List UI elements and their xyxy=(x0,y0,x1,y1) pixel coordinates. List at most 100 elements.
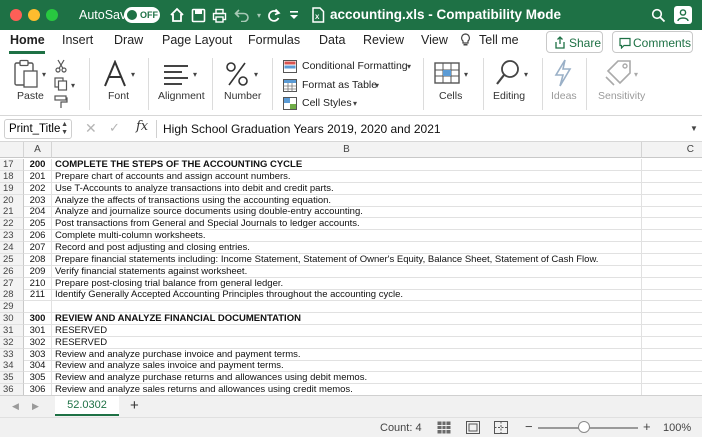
search-icon[interactable] xyxy=(648,5,668,25)
row-header[interactable]: 24 xyxy=(0,241,24,254)
cells-dropdown-caret[interactable]: ▾ xyxy=(464,70,468,79)
row-header[interactable]: 25 xyxy=(0,253,24,266)
cell-c[interactable] xyxy=(642,384,702,395)
cell-a[interactable]: 201 xyxy=(24,170,52,183)
paste-icon[interactable] xyxy=(12,59,40,89)
tab-insert[interactable]: Insert xyxy=(62,33,93,47)
percent-icon[interactable] xyxy=(224,59,250,89)
print-icon[interactable] xyxy=(209,5,229,25)
cell-b[interactable]: Record and post adjusting and closing en… xyxy=(52,241,642,254)
editing-search-icon[interactable] xyxy=(494,58,522,88)
cell-a[interactable]: 208 xyxy=(24,253,52,266)
cell-c[interactable] xyxy=(642,230,702,243)
cell-b[interactable]: Review and analyze sales returns and all… xyxy=(52,384,642,395)
cell-b[interactable]: Identify Generally Accepted Accounting P… xyxy=(52,289,642,302)
confirm-entry-icon[interactable]: ✓ xyxy=(109,120,120,136)
cell-c[interactable] xyxy=(642,171,702,183)
cell-b[interactable]: COMPLETE THE STEPS OF THE ACCOUNTING CYC… xyxy=(52,159,642,171)
close-window-button[interactable] xyxy=(10,9,22,21)
formula-input[interactable]: High School Graduation Years 2019, 2020 … xyxy=(163,122,441,136)
row-header[interactable]: 19 xyxy=(0,182,24,195)
paste-dropdown-caret[interactable]: ▾ xyxy=(42,70,46,79)
cell-a[interactable]: 302 xyxy=(24,336,52,349)
tab-view[interactable]: View xyxy=(421,33,448,47)
cell-a[interactable]: 205 xyxy=(24,218,52,231)
cell-c[interactable] xyxy=(642,254,702,266)
redo-icon[interactable] xyxy=(263,5,283,25)
row-header[interactable]: 26 xyxy=(0,265,24,278)
cell-a[interactable]: 200 xyxy=(24,159,52,171)
cell-a[interactable]: 202 xyxy=(24,182,52,195)
row-header[interactable]: 20 xyxy=(0,194,24,207)
cell-c[interactable] xyxy=(642,218,702,231)
row-header[interactable]: 28 xyxy=(0,289,24,302)
cell-a[interactable]: 211 xyxy=(24,289,52,302)
tab-review[interactable]: Review xyxy=(363,33,404,47)
row-header[interactable]: 21 xyxy=(0,206,24,219)
cell-c[interactable] xyxy=(642,242,702,254)
insert-function-icon[interactable]: fx xyxy=(136,119,148,134)
format-painter-icon[interactable] xyxy=(53,94,69,110)
next-sheet-icon[interactable]: ▶ xyxy=(32,401,39,412)
tab-draw[interactable]: Draw xyxy=(114,33,143,47)
sheet-tab-active[interactable]: 52.0302 xyxy=(55,396,119,416)
cell-b[interactable]: REVIEW AND ANALYZE FINANCIAL DOCUMENTATI… xyxy=(52,313,642,326)
cell-c[interactable] xyxy=(642,206,702,219)
column-header-a[interactable]: A xyxy=(24,142,52,158)
cell-c[interactable] xyxy=(642,289,702,302)
cell-b[interactable] xyxy=(52,301,642,314)
cell-b[interactable]: Review and analyze purchase invoice and … xyxy=(52,348,642,361)
row-header[interactable]: 23 xyxy=(0,230,24,243)
cell-c[interactable] xyxy=(642,372,702,385)
cell-a[interactable]: 301 xyxy=(24,324,52,337)
row-header[interactable]: 31 xyxy=(0,324,24,337)
name-box[interactable]: Print_Title ▲ ▼ xyxy=(4,119,72,139)
customize-icon[interactable] xyxy=(284,5,304,25)
font-dropdown-caret[interactable]: ▾ xyxy=(131,70,135,79)
tab-home[interactable]: Home xyxy=(10,33,45,47)
cancel-entry-icon[interactable]: ✕ xyxy=(85,120,97,137)
cell-b[interactable]: Review and analyze purchase returns and … xyxy=(52,372,642,385)
tell-me-search[interactable]: Tell me xyxy=(479,33,519,47)
title-dropdown-caret[interactable]: ▾ xyxy=(537,10,542,21)
copy-icon[interactable] xyxy=(53,76,69,92)
row-header[interactable]: 18 xyxy=(0,170,24,183)
cell-b[interactable]: Prepare financial statements including: … xyxy=(52,253,642,266)
row-header[interactable]: 27 xyxy=(0,277,24,290)
alignment-dropdown-caret[interactable]: ▾ xyxy=(193,70,197,79)
cell-a[interactable]: 204 xyxy=(24,206,52,219)
worksheet-grid[interactable]: A B C 17 200 COMPLETE THE STEPS OF THE ACC… xyxy=(0,142,702,395)
autosave-toggle[interactable]: OFF xyxy=(124,7,160,23)
tab-data[interactable]: Data xyxy=(319,33,345,47)
cell-c[interactable] xyxy=(642,325,702,337)
cell-a[interactable]: 306 xyxy=(24,384,52,395)
row-header[interactable]: 33 xyxy=(0,348,24,361)
home-icon[interactable] xyxy=(167,5,187,25)
cell-b[interactable]: Prepare post-closing trial balance from … xyxy=(52,277,642,290)
cell-a[interactable]: 206 xyxy=(24,230,52,243)
row-header[interactable]: 34 xyxy=(0,360,24,373)
cell-c[interactable] xyxy=(642,183,702,195)
comments-button[interactable]: Comments xyxy=(612,31,693,53)
column-header-c[interactable]: C xyxy=(642,142,702,158)
column-header-b[interactable]: B xyxy=(52,142,642,158)
name-box-spinner-icon[interactable]: ▲ ▼ xyxy=(61,121,68,137)
cells-icon[interactable] xyxy=(434,60,460,86)
cell-c[interactable] xyxy=(642,313,702,326)
cell-a[interactable]: 207 xyxy=(24,241,52,254)
zoom-out-button[interactable]: − xyxy=(525,419,533,434)
cell-c[interactable] xyxy=(642,301,702,314)
share-person-icon[interactable] xyxy=(674,6,692,24)
cell-a[interactable]: 210 xyxy=(24,277,52,290)
zoom-slider-thumb[interactable] xyxy=(578,421,590,433)
normal-view-icon[interactable] xyxy=(437,421,451,434)
save-icon[interactable] xyxy=(188,5,208,25)
cell-c[interactable] xyxy=(642,360,702,373)
cell-a[interactable]: 203 xyxy=(24,194,52,207)
number-dropdown-caret[interactable]: ▾ xyxy=(254,70,258,79)
cell-b[interactable]: RESERVED xyxy=(52,324,642,337)
cell-c[interactable] xyxy=(642,337,702,349)
cell-c[interactable] xyxy=(642,349,702,361)
alignment-icon[interactable] xyxy=(163,62,189,86)
cell-c[interactable] xyxy=(642,266,702,278)
